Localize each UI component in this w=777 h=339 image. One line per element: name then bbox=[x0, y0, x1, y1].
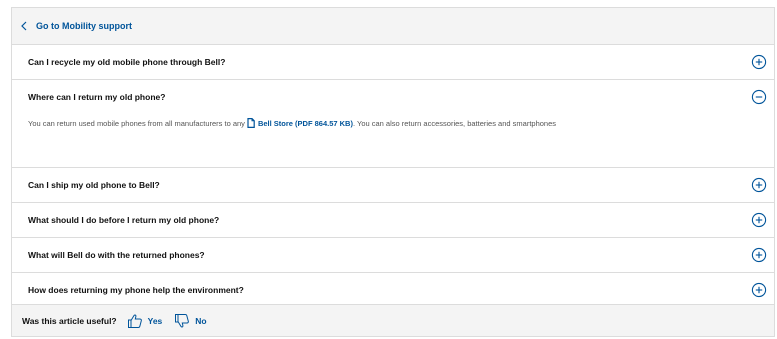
faq-item: Where can I return my old phone? You can… bbox=[12, 80, 774, 168]
chevron-left-icon bbox=[21, 21, 27, 31]
faq-panel: Go to Mobility support Can I recycle my … bbox=[11, 7, 775, 337]
back-bar: Go to Mobility support bbox=[12, 8, 774, 45]
plus-circle-icon[interactable] bbox=[751, 212, 767, 228]
faq-item: What will Bell do with the returned phon… bbox=[12, 238, 774, 273]
faq-question-toggle[interactable]: Can I recycle my old mobile phone throug… bbox=[12, 45, 774, 79]
minus-circle-icon[interactable] bbox=[751, 89, 767, 105]
bell-store-pdf-link[interactable]: Bell Store (PDF 864.57 KB) bbox=[258, 119, 353, 128]
faq-question-text: Can I ship my old phone to Bell? bbox=[28, 180, 160, 190]
feedback-bar: Was this article useful? Yes No bbox=[12, 304, 774, 336]
faq-question-text: What should I do before I return my old … bbox=[28, 215, 220, 225]
faq-question-toggle[interactable]: Can I ship my old phone to Bell? bbox=[12, 168, 774, 202]
plus-circle-icon[interactable] bbox=[751, 177, 767, 193]
back-link[interactable]: Go to Mobility support bbox=[20, 21, 132, 31]
faq-question-text: What will Bell do with the returned phon… bbox=[28, 250, 205, 260]
feedback-no-button[interactable]: No bbox=[174, 313, 207, 329]
faq-question-text: Can I recycle my old mobile phone throug… bbox=[28, 57, 226, 67]
faq-question-toggle[interactable]: Where can I return my old phone? bbox=[12, 80, 774, 114]
faq-question-toggle[interactable]: What should I do before I return my old … bbox=[12, 203, 774, 237]
faq-item: Can I ship my old phone to Bell? bbox=[12, 168, 774, 203]
feedback-yes-label: Yes bbox=[147, 315, 163, 326]
faq-answer-text: You can return used mobile phones from a… bbox=[28, 119, 245, 128]
faq-item: What should I do before I return my old … bbox=[12, 203, 774, 238]
plus-circle-icon[interactable] bbox=[751, 54, 767, 70]
feedback-question: Was this article useful? bbox=[22, 315, 117, 326]
feedback-yes-button[interactable]: Yes bbox=[127, 313, 163, 329]
plus-circle-icon[interactable] bbox=[751, 247, 767, 263]
plus-circle-icon[interactable] bbox=[751, 282, 767, 298]
feedback-no-label: No bbox=[195, 315, 207, 326]
faq-question-toggle[interactable]: How does returning my phone help the env… bbox=[12, 273, 774, 307]
faq-question-text: Where can I return my old phone? bbox=[28, 92, 166, 102]
faq-answer: You can return used mobile phones from a… bbox=[12, 114, 774, 167]
faq-answer-text-cont: . You can also return accessories, batte… bbox=[352, 119, 557, 128]
thumbs-up-icon bbox=[127, 314, 142, 328]
faq-question-toggle[interactable]: What will Bell do with the returned phon… bbox=[12, 238, 774, 272]
faq-question-text: How does returning my phone help the env… bbox=[28, 285, 244, 295]
faq-item: How does returning my phone help the env… bbox=[12, 273, 774, 307]
faq-item: Can I recycle my old mobile phone throug… bbox=[12, 45, 774, 80]
back-link-label: Go to Mobility support bbox=[36, 21, 132, 31]
document-icon bbox=[247, 118, 255, 128]
thumbs-down-icon bbox=[175, 313, 190, 327]
